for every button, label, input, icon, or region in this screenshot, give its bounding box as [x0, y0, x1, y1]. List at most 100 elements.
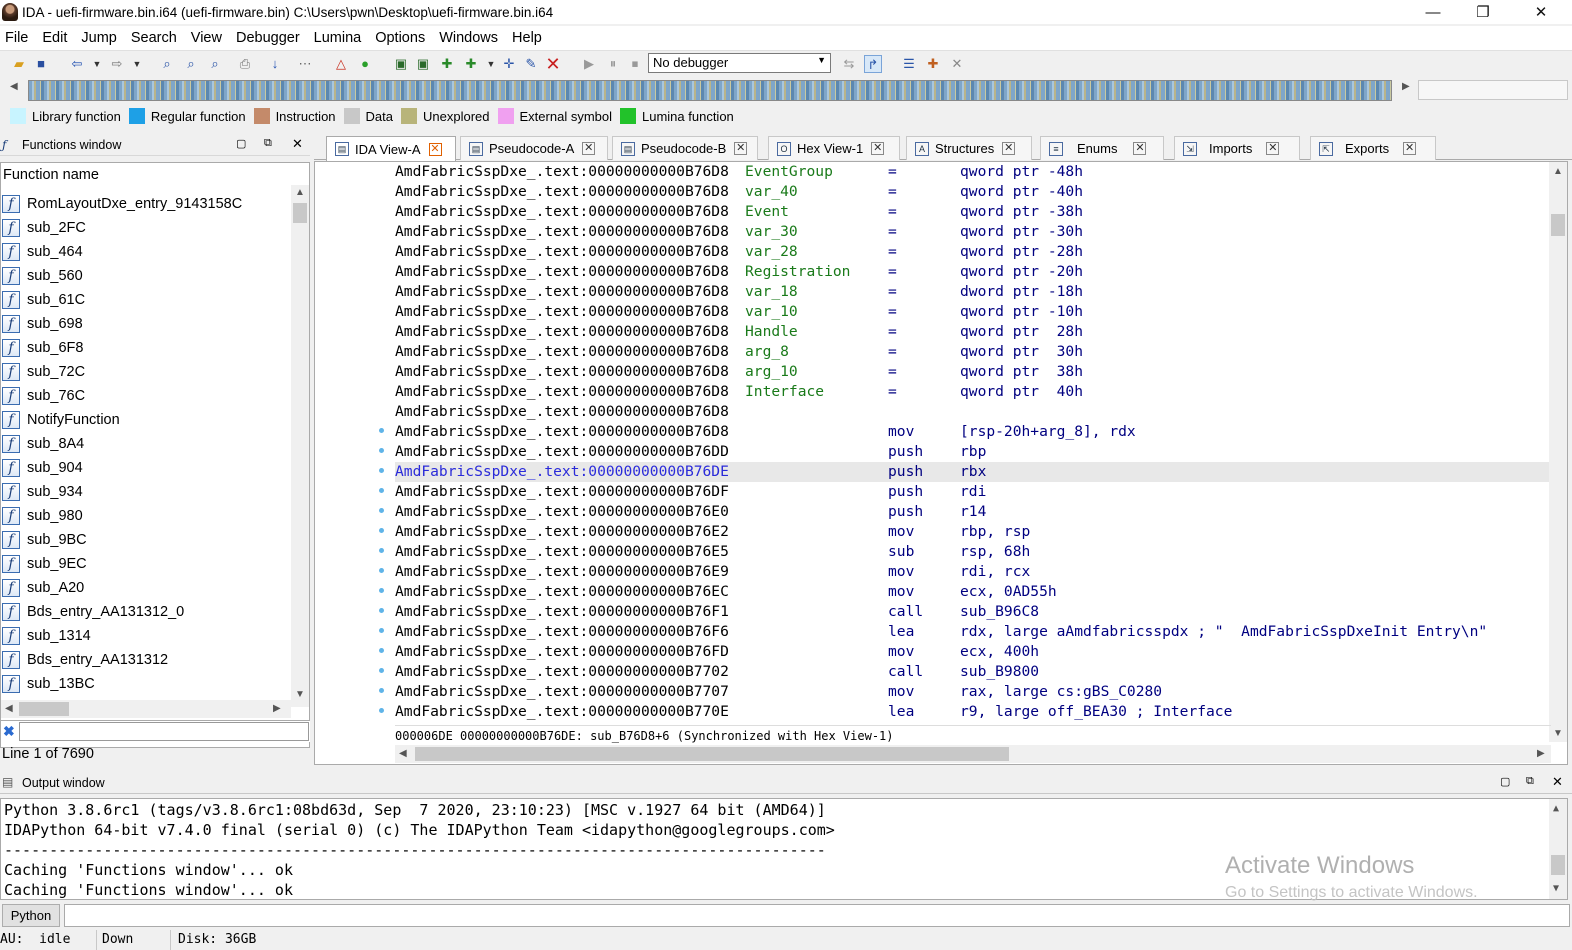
disassembly-line[interactable]: AmdFabricSspDxe_.text:00000000000B76E0 pu…	[395, 502, 1551, 522]
clear-filter-icon[interactable]: ✖	[3, 723, 15, 740]
menu-windows[interactable]: Windows	[434, 30, 504, 46]
code-icon[interactable]: ▣	[392, 55, 410, 73]
tab-pseudocode-b[interactable]: ▤ Pseudocode-B ✕	[612, 136, 758, 160]
play-icon[interactable]: ▶	[580, 55, 598, 73]
disassembly-line[interactable]: AmdFabricSspDxe_.text:00000000000B76FD mo…	[395, 642, 1551, 662]
scroll-up-icon[interactable]: ▲	[1553, 166, 1563, 177]
scroll-up-icon[interactable]: ▲	[295, 187, 305, 198]
function-list-item[interactable]: f sub_72C	[1, 360, 85, 384]
disassembly-line[interactable]: AmdFabricSspDxe_.text:00000000000B76DD pu…	[395, 442, 1551, 462]
maximize-button[interactable]: ❐	[1460, 0, 1506, 24]
save-icon[interactable]: ■	[32, 55, 50, 73]
menu-jump[interactable]: Jump	[76, 30, 122, 46]
disassembly-line[interactable]: AmdFabricSspDxe_.text:00000000000B76D8 va…	[395, 182, 1551, 202]
scroll-left-icon[interactable]: ◀	[399, 748, 407, 759]
scroll-left-icon[interactable]: ◀	[5, 703, 13, 714]
panel-float-icon[interactable]: ⧉	[264, 137, 272, 150]
disassembly-line[interactable]: AmdFabricSspDxe_.text:00000000000B76D8 mo…	[395, 422, 1551, 442]
search-text-icon[interactable]: ⌕	[158, 55, 176, 73]
plugin-icon[interactable]: ✚	[924, 55, 942, 73]
attach-icon[interactable]: ⇆	[840, 55, 858, 73]
nav-right-icon[interactable]: ▶	[1402, 81, 1410, 92]
menu-search[interactable]: Search	[126, 30, 183, 46]
command-input[interactable]	[64, 904, 1570, 927]
function-list-item[interactable]: f Bds_entry_AA131312	[1, 648, 168, 672]
scroll-down-icon[interactable]: ▼	[1553, 728, 1563, 739]
scroll-thumb[interactable]	[1551, 214, 1565, 236]
tab-enums[interactable]: ≡ Enums ✕	[1040, 136, 1164, 160]
list-icon[interactable]: ☰	[900, 55, 918, 73]
disassembly-horizontal-scrollbar[interactable]: ◀ ▶	[395, 745, 1551, 763]
menu-file[interactable]: File	[0, 30, 34, 46]
disassembly-line[interactable]: AmdFabricSspDxe_.text:00000000000B76D8 In…	[395, 382, 1551, 402]
menu-view[interactable]: View	[186, 30, 228, 46]
minimize-button[interactable]: —	[1410, 0, 1456, 24]
disassembly-line[interactable]: AmdFabricSspDxe_.text:00000000000B76E5 su…	[395, 542, 1551, 562]
function-list-item[interactable]: f sub_934	[1, 480, 83, 504]
tab-close-icon[interactable]: ✕	[1266, 142, 1280, 155]
menu-help[interactable]: Help	[507, 30, 548, 46]
functions-horizontal-scrollbar[interactable]: ◀ ▶	[1, 700, 291, 718]
disassembly-line[interactable]: AmdFabricSspDxe_.text:00000000000B76E2 mo…	[395, 522, 1551, 542]
function-list-item[interactable]: f sub_904	[1, 456, 83, 480]
function-list-item[interactable]: f NotifyFunction	[1, 408, 120, 432]
tab-structures[interactable]: A Structures ✕	[906, 136, 1032, 160]
edit-icon[interactable]: ✎	[522, 55, 540, 73]
disassembly-line[interactable]: AmdFabricSspDxe_.text:00000000000B76DE pu…	[395, 462, 1551, 482]
disassembly-vertical-scrollbar[interactable]: ▲ ▼	[1549, 162, 1567, 742]
menu-options[interactable]: Options	[370, 30, 431, 46]
function-list-item[interactable]: f sub_464	[1, 240, 83, 264]
disassembly-line[interactable]: AmdFabricSspDxe_.text:00000000000B770E le…	[395, 702, 1551, 722]
disassembly-line[interactable]: AmdFabricSspDxe_.text:00000000000B76D8 va…	[395, 222, 1551, 242]
tab-hex-view-1[interactable]: O Hex View-1 ✕	[768, 136, 900, 160]
menu-debugger[interactable]: Debugger	[231, 30, 306, 46]
function-list-item[interactable]: f sub_9EC	[1, 552, 87, 576]
tab-close-icon[interactable]: ✕	[871, 142, 885, 155]
open-folder-icon[interactable]: ▰	[10, 55, 28, 73]
function-list-item[interactable]: f sub_61C	[1, 288, 85, 312]
forward-dropdown-icon[interactable]: ▼	[128, 55, 146, 73]
tab-close-icon[interactable]: ✕	[1133, 142, 1147, 155]
tab-ida-view-a[interactable]: ▤ IDA View-A ✕	[326, 136, 456, 161]
search-binary-icon[interactable]: ⌕	[182, 55, 200, 73]
navigation-selector[interactable]	[1418, 80, 1568, 100]
tab-close-icon[interactable]: ✕	[428, 142, 442, 156]
disassembly-line[interactable]: AmdFabricSspDxe_.text:00000000000B76D8 Ev…	[395, 202, 1551, 222]
debugger-select[interactable]: No debugger ▼	[648, 53, 831, 73]
tab-close-icon[interactable]: ✕	[734, 142, 748, 155]
python-language-button[interactable]: Python	[2, 904, 60, 927]
disassembly-line[interactable]: AmdFabricSspDxe_.text:00000000000B76D8 ar…	[395, 342, 1551, 362]
delete-icon[interactable]: ✕	[544, 55, 562, 73]
function-list-item[interactable]: f sub_698	[1, 312, 83, 336]
function-list-item[interactable]: f sub_1314	[1, 624, 91, 648]
tab-close-icon[interactable]: ✕	[1403, 142, 1417, 155]
disassembly-line[interactable]: AmdFabricSspDxe_.text:00000000000B76EC mo…	[395, 582, 1551, 602]
function-list-item[interactable]: f sub_76C	[1, 384, 85, 408]
disassembly-line[interactable]: AmdFabricSspDxe_.text:00000000000B7702 ca…	[395, 662, 1551, 682]
scroll-thumb[interactable]	[1551, 855, 1565, 875]
disassembly-line[interactable]: AmdFabricSspDxe_.text:00000000000B76DF pu…	[395, 482, 1551, 502]
panel-close-icon[interactable]: ✕	[1552, 774, 1563, 790]
menu-edit[interactable]: Edit	[37, 30, 73, 46]
close-window-button[interactable]: ✕	[1518, 0, 1564, 24]
scroll-down-icon[interactable]: ▼	[1553, 883, 1559, 894]
function-list-item[interactable]: f sub_A20	[1, 576, 84, 600]
tab-pseudocode-a[interactable]: ▤ Pseudocode-A ✕	[460, 136, 608, 160]
panel-restore-icon[interactable]: ▢	[1500, 775, 1510, 788]
panel-float-icon[interactable]: ⧉	[1526, 775, 1534, 788]
function-list-item[interactable]: f sub_8A4	[1, 432, 84, 456]
scroll-thumb-h[interactable]	[19, 702, 69, 716]
tab-exports[interactable]: ⇱ Exports ✕	[1310, 136, 1436, 160]
disassembly-listing[interactable]: AmdFabricSspDxe_.text:00000000000B76D8 Ev…	[395, 162, 1551, 724]
functions-filter-input[interactable]	[19, 722, 309, 741]
disassembly-line[interactable]: AmdFabricSspDxe_.text:00000000000B76E9 mo…	[395, 562, 1551, 582]
breakpoint-icon[interactable]: ✕	[948, 55, 966, 73]
back-arrow-icon[interactable]: ⇦	[68, 55, 86, 73]
disassembly-line[interactable]: AmdFabricSspDxe_.text:00000000000B7707 mo…	[395, 682, 1551, 702]
function-name-header[interactable]: Function name	[3, 167, 99, 183]
disassembly-line[interactable]: AmdFabricSspDxe_.text:00000000000B76D8 Re…	[395, 262, 1551, 282]
output-vertical-scrollbar[interactable]: ▲ ▼	[1549, 799, 1567, 899]
function-list-item[interactable]: f RomLayoutDxe_entry_9143158C	[1, 192, 242, 216]
navigation-strip[interactable]	[28, 80, 1392, 101]
function-list-item[interactable]: f sub_2FC	[1, 216, 86, 240]
